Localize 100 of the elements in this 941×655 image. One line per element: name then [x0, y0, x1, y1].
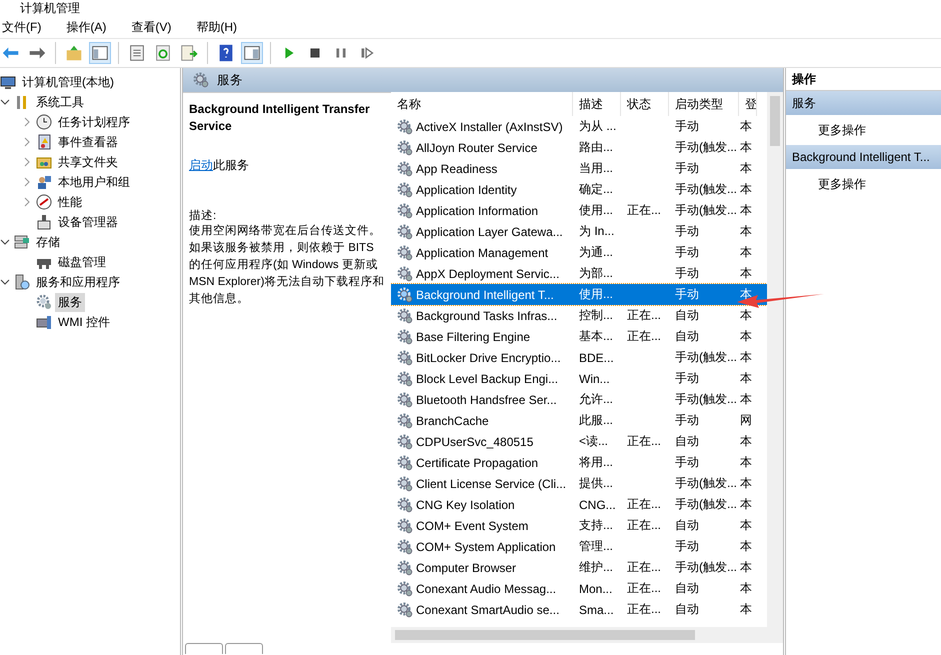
horizontal-scrollbar[interactable] — [391, 627, 783, 643]
service-name: Application Information — [416, 204, 538, 218]
gear-icon — [397, 392, 413, 408]
tree-item[interactable]: 本地用户和组 — [55, 172, 133, 192]
column-header[interactable]: 启动类型 — [669, 92, 739, 116]
expanded-chevron-icon[interactable] — [0, 97, 10, 107]
service-status: 正在... — [627, 559, 662, 576]
startup-type: 手动(触发... — [675, 496, 737, 513]
service-row[interactable]: App Readiness 当用... 手动 本 — [391, 158, 767, 179]
action-item[interactable]: 更多操作 — [786, 169, 941, 199]
service-status: 正在... — [627, 433, 662, 450]
startup-type: 手动(触发... — [675, 181, 737, 198]
menu-item[interactable]: 文件(F) — [0, 18, 50, 36]
service-status: 正在... — [627, 517, 662, 534]
logon-as: 本 — [740, 328, 752, 345]
startup-type: 手动 — [675, 265, 699, 282]
column-header[interactable]: 描述 — [573, 92, 621, 116]
service-row[interactable]: BitLocker Drive Encryptio... BDE... 手动(触发... 本 — [391, 347, 767, 368]
collapsed-chevron-icon[interactable] — [22, 157, 32, 167]
service-row[interactable]: Block Level Backup Engi... Win... 手动 本 — [391, 368, 767, 389]
service-description: 维护... — [579, 559, 614, 576]
startup-type: 手动 — [675, 412, 699, 429]
menu-item[interactable]: 操作(A) — [64, 18, 116, 36]
service-description: 使用... — [579, 202, 614, 219]
tree-item[interactable]: 任务计划程序 — [55, 112, 133, 132]
service-row[interactable]: Background Intelligent T... 使用... 手动 本 — [391, 284, 767, 305]
tree-item[interactable]: 系统工具 — [33, 92, 87, 112]
gear-icon — [397, 350, 413, 366]
tree-item[interactable]: 设备管理器 — [55, 212, 121, 232]
service-row[interactable]: Bluetooth Handsfree Ser... 允许... 手动(触发... 本 — [391, 389, 767, 410]
logon-as: 本 — [740, 139, 752, 156]
service-row[interactable]: Conexant Audio Messag... Mon... 正在... 自动 本 — [391, 578, 767, 599]
column-header[interactable]: 名称 — [391, 92, 573, 116]
startup-type: 手动 — [675, 160, 699, 177]
service-name: Certificate Propagation — [416, 456, 538, 470]
tree-item[interactable]: 计算机管理(本地) — [19, 72, 117, 92]
startup-type: 自动 — [675, 328, 699, 345]
tree-item[interactable]: 性能 — [55, 192, 85, 212]
service-row[interactable]: AllJoyn Router Service 路由... 手动(触发... 本 — [391, 137, 767, 158]
gear-icon — [397, 518, 413, 534]
service-row[interactable]: Application Management 为通... 手动 本 — [391, 242, 767, 263]
expanded-chevron-icon[interactable] — [0, 277, 10, 287]
tree-item[interactable]: 事件查看器 — [55, 132, 121, 152]
service-row[interactable]: AppX Deployment Servic... 为部... 手动 本 — [391, 263, 767, 284]
tree-item[interactable]: 存储 — [33, 232, 63, 252]
service-row[interactable]: CDPUserSvc_480515 <读... 正在... 自动 本 — [391, 431, 767, 452]
menu-item[interactable]: 查看(V) — [129, 18, 180, 36]
service-row[interactable]: Client License Service (Cli... 提供... 手动(触发... 本 — [391, 473, 767, 494]
collapsed-chevron-icon[interactable] — [22, 177, 32, 187]
service-name: Application Identity — [416, 182, 517, 196]
service-description: 为从 ... — [579, 118, 616, 135]
service-row[interactable]: Conexant SmartAudio se... Sma... 正在... 自动 本 — [391, 599, 767, 620]
expanded-chevron-icon[interactable] — [0, 237, 10, 247]
service-row[interactable]: Background Tasks Infras... 控制... 正在... 自动 本 — [391, 305, 767, 326]
window-title: 计算机管理 — [20, 1, 80, 15]
service-row[interactable]: Application Identity 确定... 手动(触发... 本 — [391, 179, 767, 200]
logon-as: 本 — [740, 454, 752, 471]
tree-item[interactable]: 磁盘管理 — [55, 252, 109, 272]
startup-type: 自动 — [675, 433, 699, 450]
service-description: 管理... — [579, 538, 614, 555]
service-row[interactable]: COM+ System Application 管理... 手动 本 — [391, 536, 767, 557]
vertical-scrollbar[interactable] — [767, 92, 783, 627]
logon-as: 本 — [740, 202, 752, 219]
service-description: 提供... — [579, 475, 614, 492]
tree-item[interactable]: WMI 控件 — [55, 312, 113, 332]
service-description: Sma... — [579, 602, 614, 616]
service-row[interactable]: COM+ Event System 支持... 正在... 自动 本 — [391, 515, 767, 536]
view-tab[interactable] — [225, 643, 263, 654]
action-section[interactable]: 服务 — [786, 91, 941, 115]
action-section[interactable]: Background Intelligent T... — [786, 145, 941, 169]
startup-type: 手动(触发... — [675, 139, 737, 156]
column-header[interactable]: 状态 — [621, 92, 669, 116]
gear-icon — [397, 266, 413, 282]
start-link[interactable]: 启动 — [189, 158, 213, 172]
clock-icon — [36, 114, 52, 130]
tree-item[interactable]: 服务 — [55, 292, 85, 312]
action-item[interactable]: 更多操作 — [786, 115, 941, 145]
service-description: 基本... — [579, 328, 614, 345]
collapsed-chevron-icon[interactable] — [22, 197, 32, 207]
service-row[interactable]: Application Information 使用... 正在... 手动(触发... 本 — [391, 200, 767, 221]
tree-item[interactable]: 共享文件夹 — [55, 152, 121, 172]
collapsed-chevron-icon[interactable] — [22, 117, 32, 127]
service-row[interactable]: Base Filtering Engine 基本... 正在... 自动 本 — [391, 326, 767, 347]
startup-type: 自动 — [675, 601, 699, 618]
menu-item[interactable]: 帮助(H) — [194, 18, 246, 36]
tree-item[interactable]: 服务和应用程序 — [33, 272, 123, 292]
service-row[interactable]: Application Layer Gatewa... 为 In... 手动 本 — [391, 221, 767, 242]
service-description: 此服... — [579, 412, 614, 429]
collapsed-chevron-icon[interactable] — [22, 137, 32, 147]
server-icon — [14, 274, 30, 290]
service-row[interactable]: Computer Browser 维护... 正在... 手动(触发... 本 — [391, 557, 767, 578]
service-row[interactable]: Certificate Propagation 将用... 手动 本 — [391, 452, 767, 473]
logon-as: 本 — [740, 181, 752, 198]
action-pane-icon[interactable] — [241, 42, 263, 64]
tree-pane-icon[interactable] — [89, 42, 111, 64]
view-tab[interactable] — [185, 643, 223, 654]
service-row[interactable]: BranchCache 此服... 手动 网 — [391, 410, 767, 431]
service-description: 将用... — [579, 454, 614, 471]
service-row[interactable]: CNG Key Isolation CNG... 正在... 手动(触发... 本 — [391, 494, 767, 515]
service-row[interactable]: ActiveX Installer (AxInstSV) 为从 ... 手动 本 — [391, 116, 767, 137]
